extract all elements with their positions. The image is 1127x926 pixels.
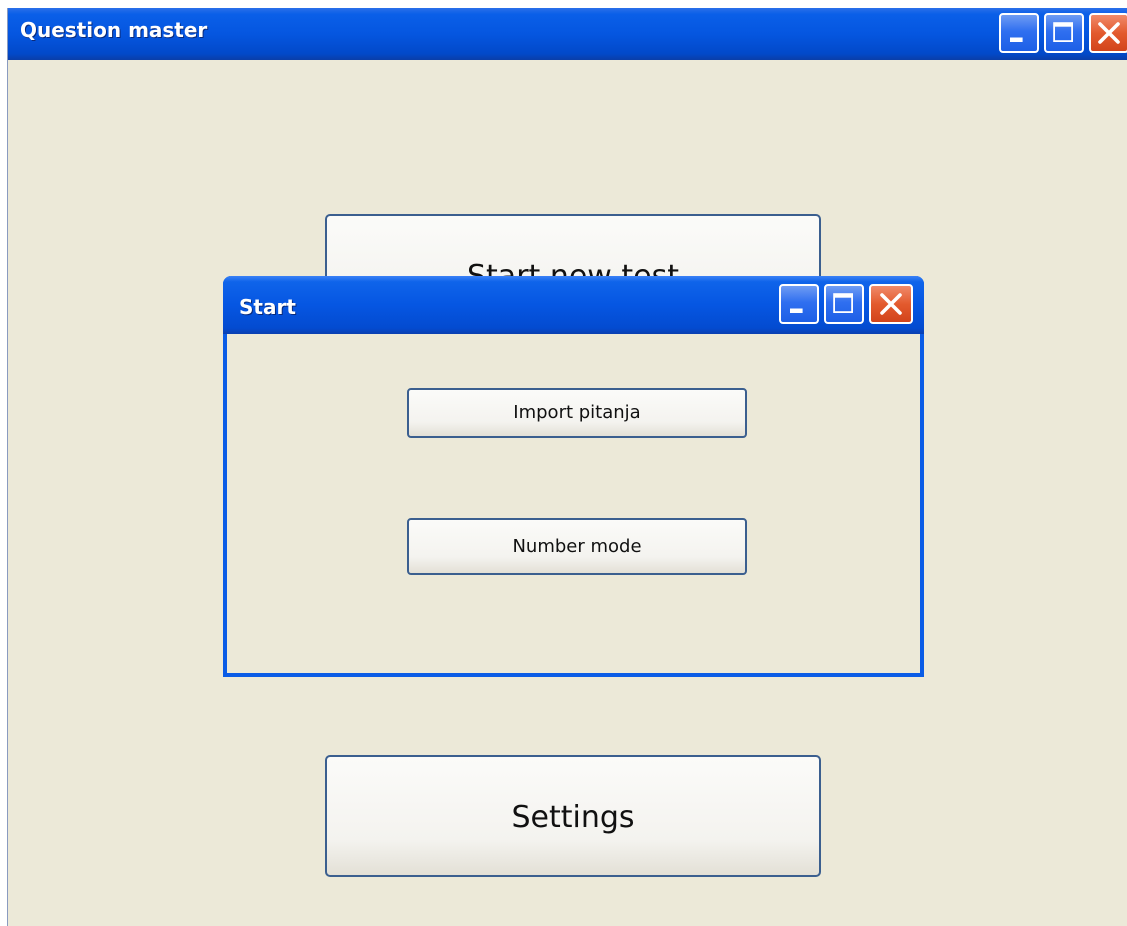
settings-button[interactable]: Settings bbox=[325, 755, 821, 877]
maximize-button[interactable] bbox=[1044, 13, 1084, 53]
import-questions-button[interactable]: Import pitanja bbox=[407, 388, 747, 438]
dialog-titlebar[interactable]: Start bbox=[223, 276, 924, 334]
close-icon bbox=[1098, 22, 1120, 44]
number-mode-button[interactable]: Number mode bbox=[407, 518, 747, 575]
main-window-title: Question master bbox=[20, 18, 208, 42]
main-titlebar[interactable]: Question master bbox=[8, 8, 1127, 60]
dialog-maximize-button[interactable] bbox=[824, 284, 864, 324]
minimize-button[interactable] bbox=[999, 13, 1039, 53]
dialog-minimize-button[interactable] bbox=[779, 284, 819, 324]
maximize-icon bbox=[1053, 22, 1073, 42]
minimize-icon bbox=[790, 308, 803, 313]
maximize-icon bbox=[833, 293, 853, 313]
dialog-close-button[interactable] bbox=[869, 284, 913, 324]
dialog-title: Start bbox=[239, 295, 296, 319]
close-button[interactable] bbox=[1089, 13, 1127, 53]
close-icon bbox=[880, 293, 902, 315]
start-dialog: Start Import pitanja Number mode bbox=[223, 276, 924, 677]
minimize-icon bbox=[1010, 37, 1023, 42]
